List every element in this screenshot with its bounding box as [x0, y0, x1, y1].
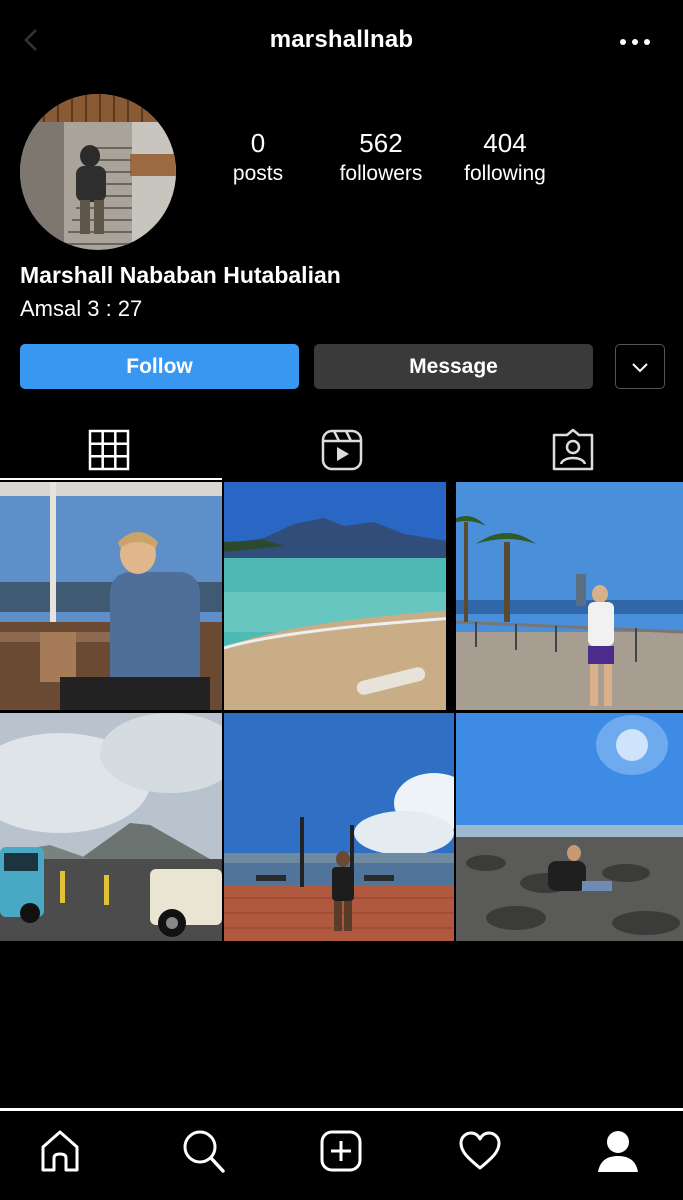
post-thumbnail[interactable] — [456, 482, 683, 710]
followers-count[interactable]: 562 followers — [311, 128, 451, 190]
post-thumbnail[interactable] — [0, 482, 222, 710]
nav-new-post[interactable] — [319, 1128, 363, 1174]
active-tab-indicator — [0, 478, 222, 480]
activity-heart-icon — [459, 1131, 501, 1170]
followers-count-label: followers — [339, 162, 423, 185]
tab-tagged[interactable] — [549, 428, 597, 472]
suggested-accounts-dropdown[interactable] — [615, 344, 665, 389]
post-thumbnail[interactable] — [224, 482, 446, 710]
more-options-icon[interactable] — [612, 24, 658, 60]
follow-button[interactable]: Follow — [20, 344, 299, 389]
chevron-down-icon — [632, 362, 648, 372]
nav-search[interactable] — [181, 1128, 225, 1174]
profile-icon — [598, 1131, 638, 1172]
profile-username-title: marshallnab — [269, 26, 414, 53]
following-count[interactable]: 404 following — [435, 128, 575, 190]
post-thumbnail[interactable] — [456, 713, 683, 941]
profile-bio: Amsal 3 : 27 — [20, 296, 143, 321]
tagged-icon — [552, 428, 594, 471]
nav-home[interactable] — [38, 1128, 82, 1174]
following-count-value: 404 — [483, 128, 527, 158]
nav-profile[interactable] — [596, 1128, 640, 1174]
tab-grid[interactable] — [86, 428, 134, 472]
search-icon — [183, 1130, 225, 1173]
new-post-icon — [320, 1130, 362, 1172]
message-button[interactable]: Message — [314, 344, 593, 389]
followers-count-value: 562 — [359, 128, 403, 158]
reels-icon — [321, 429, 363, 471]
following-count-label: following — [464, 162, 546, 185]
nav-activity[interactable] — [458, 1128, 502, 1174]
posts-count[interactable]: 0 posts — [188, 128, 328, 190]
posts-count-value: 0 — [250, 128, 266, 158]
profile-avatar[interactable] — [20, 94, 176, 250]
home-icon — [41, 1130, 79, 1172]
post-thumbnail[interactable] — [0, 713, 222, 941]
grid-icon — [88, 429, 130, 471]
post-thumbnail[interactable] — [224, 713, 454, 941]
profile-full-name: Marshall Nababan Hutabalian — [20, 262, 341, 288]
bottom-nav-divider — [0, 1108, 683, 1111]
tab-reels[interactable] — [318, 428, 366, 472]
posts-count-label: posts — [232, 162, 284, 185]
